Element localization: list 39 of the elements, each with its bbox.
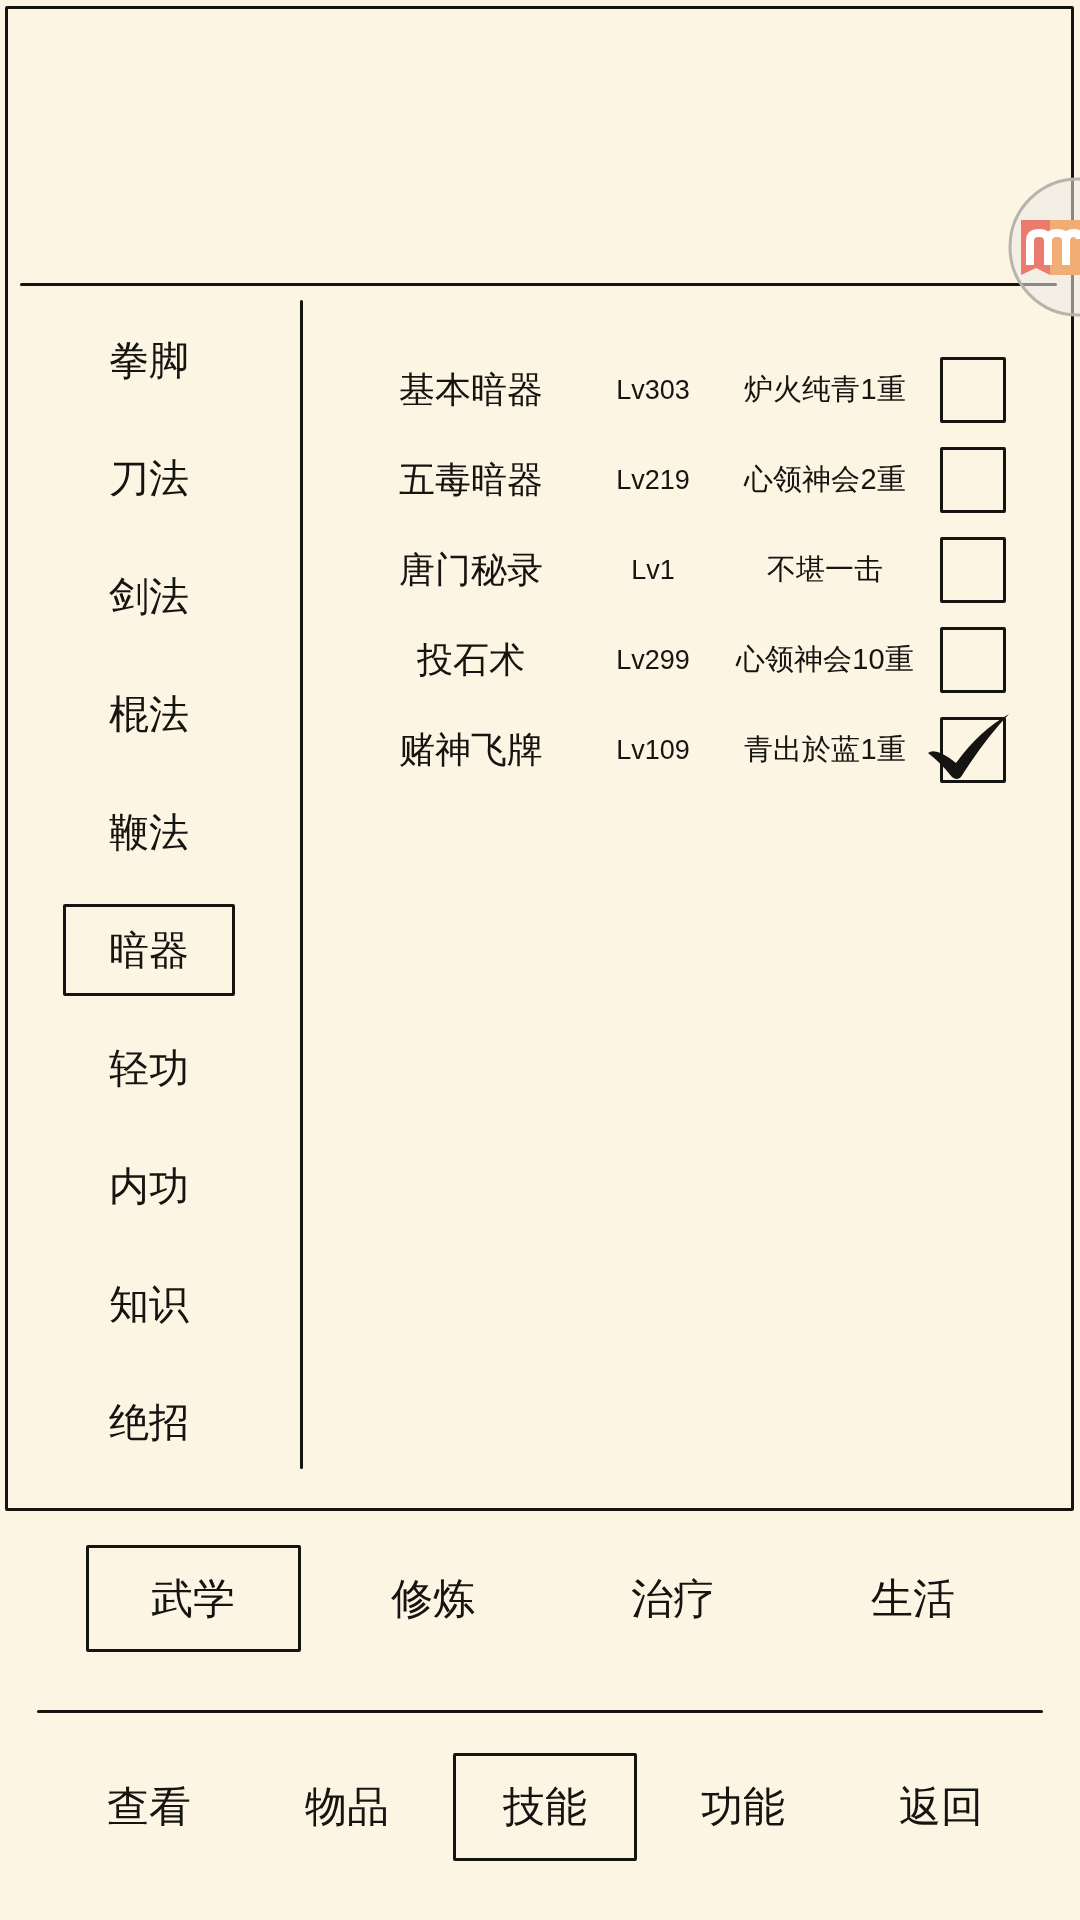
skill-level: Lv299 bbox=[616, 644, 690, 676]
skill-name: 赌神飞牌 bbox=[399, 727, 543, 772]
category-tab[interactable]: 武学 bbox=[85, 1545, 301, 1652]
skill-level: Lv1 bbox=[631, 554, 675, 586]
sidebar-item[interactable]: 知识 bbox=[63, 1258, 235, 1350]
skill-rank: 不堪一击 bbox=[767, 552, 883, 587]
sidebar-item[interactable]: 轻功 bbox=[63, 1022, 235, 1114]
skill-level: Lv219 bbox=[616, 464, 690, 496]
category-tab[interactable]: 生活 bbox=[805, 1545, 1021, 1652]
nav-tab[interactable]: 功能 bbox=[651, 1753, 835, 1861]
check-icon bbox=[927, 713, 1010, 781]
checkbox[interactable] bbox=[940, 447, 1006, 513]
nav-tab[interactable]: 物品 bbox=[255, 1753, 439, 1861]
skill-name: 唐门秘录 bbox=[399, 547, 543, 592]
checkbox[interactable] bbox=[940, 357, 1006, 423]
sidebar-item[interactable]: 内功 bbox=[63, 1140, 235, 1232]
category-tab[interactable]: 修炼 bbox=[325, 1545, 541, 1652]
skill-rank: 心领神会2重 bbox=[744, 462, 906, 497]
nav-tab[interactable]: 返回 bbox=[849, 1753, 1033, 1861]
nav-tab[interactable]: 技能 bbox=[453, 1753, 637, 1861]
skill-name: 投石术 bbox=[417, 637, 525, 682]
skill-level: Lv303 bbox=[616, 374, 690, 406]
category-tab[interactable]: 治疗 bbox=[565, 1545, 781, 1652]
checkbox[interactable] bbox=[940, 537, 1006, 603]
sidebar-item[interactable]: 刀法 bbox=[63, 432, 235, 524]
sidebar-item[interactable]: 鞭法 bbox=[63, 786, 235, 878]
checkbox[interactable] bbox=[940, 627, 1006, 693]
sidebar-item[interactable]: 拳脚 bbox=[63, 314, 235, 406]
sidebar-item[interactable]: 暗器 bbox=[63, 904, 235, 996]
skill-rank: 心领神会10重 bbox=[736, 642, 914, 677]
sidebar-item[interactable]: 棍法 bbox=[63, 668, 235, 760]
sidebar-item[interactable]: 绝招 bbox=[63, 1376, 235, 1468]
skill-name: 五毒暗器 bbox=[399, 457, 543, 502]
nav-tab[interactable]: 查看 bbox=[57, 1753, 241, 1861]
skill-level: Lv109 bbox=[616, 734, 690, 766]
skill-name: 基本暗器 bbox=[399, 367, 543, 412]
skill-rank: 炉火纯青1重 bbox=[744, 372, 906, 407]
sidebar-item[interactable]: 剑法 bbox=[63, 550, 235, 642]
skill-rank: 青出於蓝1重 bbox=[744, 732, 906, 767]
